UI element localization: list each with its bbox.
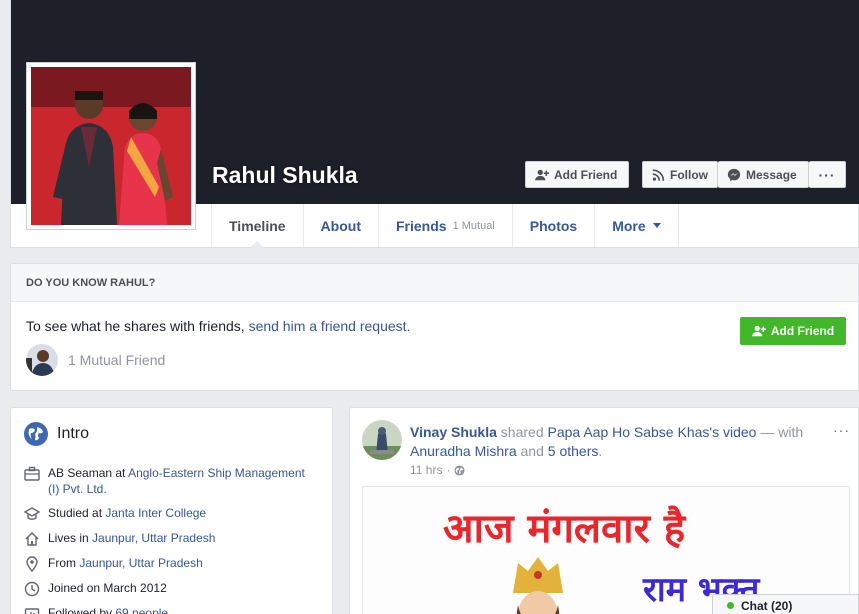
intro-prefix: AB Seaman at (48, 466, 129, 480)
tab-more[interactable]: More (594, 204, 679, 247)
tagged-user-link[interactable]: Anuradha Mishra (410, 443, 517, 459)
feed-post: Vinay Shukla shared Papa Aap Ho Sabse Kh… (349, 407, 859, 614)
tab-friends[interactable]: Friends 1 Mutual (377, 204, 512, 247)
profile-photo-image (31, 67, 191, 225)
education-icon (24, 507, 40, 520)
intro-item-text: Lives in Jaunpur, Uttar Pradesh (48, 530, 215, 547)
tab-timeline[interactable]: Timeline (211, 204, 303, 248)
post-timestamp[interactable]: 11 hrs (410, 463, 442, 477)
intro-item-text: AB Seaman at Anglo-Eastern Ship Manageme… (48, 465, 314, 497)
tab-label: More (612, 217, 646, 234)
post-options-button[interactable]: ··· (833, 422, 850, 438)
chat-label: Chat (20) (741, 598, 793, 613)
more-options-button[interactable]: ··· (809, 161, 846, 188)
intro-prefix: Studied at (48, 506, 106, 520)
shared-video-link[interactable]: 's video (709, 424, 756, 440)
messenger-icon (727, 168, 741, 181)
school-link[interactable]: Janta Inter College (105, 506, 206, 520)
send-friend-request-link[interactable]: send him a friend request. (249, 318, 411, 334)
intro-prefix: Followed by (48, 606, 116, 614)
intro-card: Intro AB Seaman at Anglo-Eastern Ship Ma… (10, 407, 333, 614)
add-friend-icon (751, 325, 766, 337)
online-status-icon (727, 602, 734, 609)
follow-label: Follow (670, 167, 708, 182)
mutual-count: 1 Mutual (452, 219, 495, 232)
chevron-down-icon (652, 223, 661, 228)
followers-icon (24, 608, 40, 614)
tab-about[interactable]: About (302, 204, 378, 247)
profile-name[interactable]: Rahul Shukla (212, 162, 358, 189)
work-icon (24, 466, 40, 481)
clock-icon (24, 581, 40, 597)
add-friend-label: Add Friend (770, 324, 835, 338)
mutual-friends-row[interactable]: 1 Mutual Friend (26, 344, 165, 376)
intro-item-work: AB Seaman at Anglo-Eastern Ship Manageme… (24, 465, 314, 497)
profile-header: Rahul Shukla Add Friend Follow Message ·… (10, 0, 859, 248)
tab-label: Timeline (229, 217, 286, 234)
intro-item-from: From Jaunpur, Uttar Pradesh (24, 555, 314, 572)
card-title: DO YOU KNOW RAHUL? (11, 264, 858, 302)
tab-label: Friends (395, 217, 447, 234)
mutual-friend-count: 1 Mutual Friend (68, 352, 166, 368)
add-friend-icon (535, 169, 549, 180)
deity-image (513, 557, 563, 614)
intro-item-joined: Joined on March 2012 (24, 580, 314, 597)
hometown-link[interactable]: Jaunpur, Uttar Pradesh (79, 556, 202, 570)
rss-icon (652, 168, 665, 181)
post-header: Vinay Shukla shared Papa Aap Ho Sabse Kh… (410, 424, 804, 459)
intro-title: Intro (57, 425, 90, 442)
avatar-image (26, 344, 58, 376)
message-button[interactable]: Message (718, 161, 809, 188)
tab-photos[interactable]: Photos (511, 204, 594, 247)
intro-header: Intro (24, 422, 89, 446)
add-friend-green-button[interactable]: Add Friend (740, 317, 846, 345)
chat-sidebar-tab[interactable]: Chat (20) (712, 594, 859, 614)
do-you-know-card: DO YOU KNOW RAHUL? To see what he shares… (10, 263, 859, 391)
add-friend-label: Add Friend (554, 167, 618, 182)
follow-button[interactable]: Follow (642, 161, 718, 188)
avatar-image (362, 420, 402, 460)
post-timestamp-row: 11 hrs · (410, 463, 466, 477)
post-author-avatar[interactable] (362, 420, 402, 460)
intro-item-text: From Jaunpur, Uttar Pradesh (48, 555, 203, 572)
others-link[interactable]: 5 others (548, 443, 599, 459)
profile-picture[interactable] (26, 62, 196, 230)
mutual-friend-avatar[interactable] (26, 344, 58, 376)
with-text: — with (760, 424, 804, 440)
separator-dot: · (446, 463, 451, 477)
and-text: and (520, 443, 544, 459)
intro-item-text: Studied at Janta Inter College (48, 505, 206, 522)
intro-item-followers: Followed by 69 people (24, 605, 314, 614)
post-author-link[interactable]: Vinay Shukla (410, 424, 497, 440)
intro-item-text: Followed by 69 people (48, 605, 168, 614)
tab-label: Photos (529, 217, 578, 234)
image-caption-top: आज मंगलवार है (443, 506, 686, 552)
intro-item-education: Studied at Janta Inter College (24, 505, 314, 522)
intro-item-lives-in: Lives in Jaunpur, Uttar Pradesh (24, 530, 314, 547)
message-label: Message (746, 167, 797, 182)
intro-item-text: Joined on March 2012 (48, 581, 167, 595)
home-icon (25, 532, 39, 546)
intro-prefix: From (48, 556, 80, 570)
current-city-link[interactable]: Jaunpur, Uttar Pradesh (92, 531, 215, 545)
profile-tabs: Timeline About Friends 1 Mutual Photos Mo… (211, 204, 679, 248)
post-action-text: shared (500, 424, 544, 440)
intro-prefix: Lives in (48, 531, 93, 545)
public-globe-icon[interactable] (454, 464, 466, 476)
friend-request-prompt: To see what he shares with friends, send… (26, 318, 410, 334)
tab-label: About (320, 217, 361, 234)
globe-icon (24, 422, 48, 446)
intro-list: AB Seaman at Anglo-Eastern Ship Manageme… (24, 465, 314, 614)
add-friend-button[interactable]: Add Friend (525, 161, 629, 188)
prompt-text: To see what he shares with friends, (26, 318, 245, 334)
followers-link[interactable]: 69 people (115, 606, 168, 614)
location-icon (26, 556, 38, 572)
shared-page-link[interactable]: Papa Aap Ho Sabse Khas (548, 424, 710, 440)
